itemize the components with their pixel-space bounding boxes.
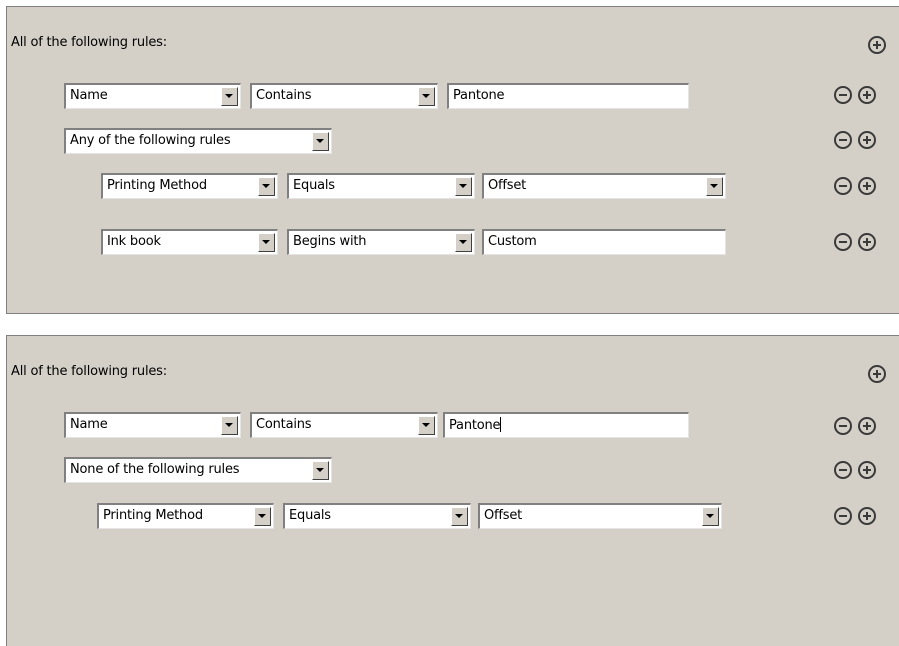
remove-rule-button[interactable] [834,177,852,195]
operator-select[interactable]: Begins with [287,229,475,255]
minus-circle-icon [839,515,847,517]
chevron-down-icon[interactable] [455,177,472,196]
add-rule-button[interactable] [858,131,876,149]
remove-rule-button[interactable] [834,131,852,149]
minus-circle-icon [839,425,847,427]
minus-circle-icon [839,139,847,141]
chevron-down-icon[interactable] [451,507,468,526]
add-rule-button[interactable] [868,36,886,54]
minus-circle-icon [839,241,847,243]
field-select[interactable]: Printing Method [97,503,274,529]
panel-heading: All of the following rules: [11,364,167,379]
chevron-down-icon[interactable] [221,416,238,435]
remove-rule-button[interactable] [834,86,852,104]
field-select[interactable]: Name [64,412,241,438]
value-input[interactable]: Custom [482,229,726,255]
chevron-down-icon[interactable] [312,461,329,480]
chevron-down-icon[interactable] [706,177,723,196]
chevron-down-icon[interactable] [702,507,719,526]
remove-rule-button[interactable] [834,461,852,479]
operator-select[interactable]: Contains [250,83,438,109]
remove-rule-button[interactable] [834,417,852,435]
group-mode-select[interactable]: Any of the following rules [64,128,332,154]
value-select[interactable]: Offset [478,503,722,529]
field-select[interactable]: Printing Method [101,173,278,199]
remove-rule-button[interactable] [834,507,852,525]
add-rule-button[interactable] [858,233,876,251]
chevron-down-icon[interactable] [258,233,275,252]
value-select[interactable]: Offset [482,173,726,199]
chevron-down-icon[interactable] [455,233,472,252]
minus-circle-icon [839,94,847,96]
group-mode-select[interactable]: None of the following rules [64,457,332,483]
remove-rule-button[interactable] [834,233,852,251]
minus-circle-icon [839,185,847,187]
value-input[interactable]: Pantone [447,83,689,109]
operator-select[interactable]: Equals [287,173,475,199]
minus-circle-icon [839,469,847,471]
text-caret [500,417,502,432]
add-rule-button[interactable] [858,417,876,435]
operator-select[interactable]: Equals [283,503,471,529]
panel-heading: All of the following rules: [11,35,167,50]
field-select[interactable]: Ink book [101,229,278,255]
rules-panel-1: All of the following rules: Name Contain… [6,6,899,314]
rules-panel-2: All of the following rules: Name Contain… [6,335,899,646]
chevron-down-icon[interactable] [221,87,238,106]
field-select[interactable]: Name [64,83,241,109]
operator-select[interactable]: Contains [250,412,438,438]
add-rule-button[interactable] [868,365,886,383]
value-input[interactable]: Pantone [443,412,689,438]
chevron-down-icon[interactable] [258,177,275,196]
chevron-down-icon[interactable] [254,507,271,526]
chevron-down-icon[interactable] [418,87,435,106]
chevron-down-icon[interactable] [418,416,435,435]
add-rule-button[interactable] [858,461,876,479]
chevron-down-icon[interactable] [312,132,329,151]
add-rule-button[interactable] [858,86,876,104]
add-rule-button[interactable] [858,507,876,525]
add-rule-button[interactable] [858,177,876,195]
